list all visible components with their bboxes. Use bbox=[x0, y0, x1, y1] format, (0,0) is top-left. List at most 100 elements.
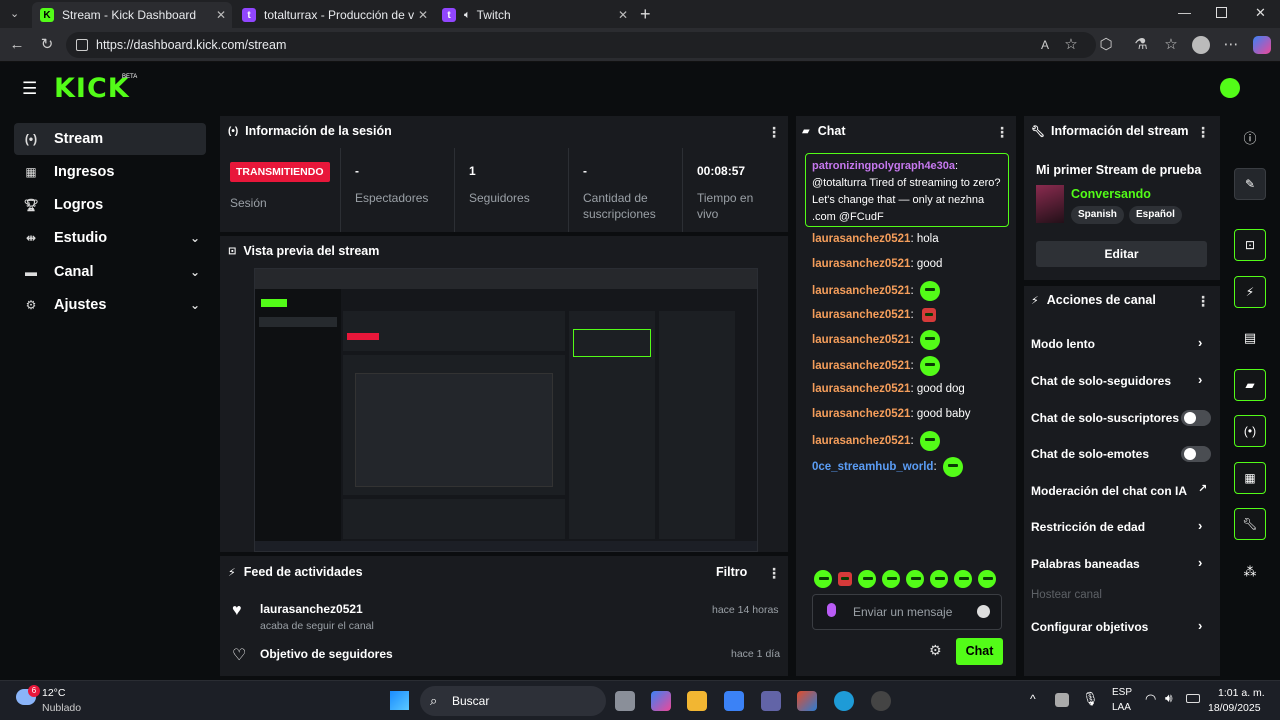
more-options-icon[interactable]: ⋮ bbox=[767, 565, 781, 582]
chat-username[interactable]: laurasanchez0521 bbox=[812, 309, 910, 321]
chat-username[interactable]: laurasanchez0521 bbox=[812, 383, 910, 395]
green-emote-icon[interactable] bbox=[954, 570, 972, 588]
battery-icon[interactable] bbox=[1186, 694, 1200, 703]
more-options-icon[interactable]: ⋮ bbox=[995, 124, 1009, 141]
slow-mode-action[interactable]: Modo lento bbox=[1031, 337, 1211, 351]
teams-icon[interactable] bbox=[761, 691, 781, 711]
chat-username[interactable]: laurasanchez0521 bbox=[812, 233, 910, 245]
green-emote-icon[interactable] bbox=[930, 570, 948, 588]
favorite-star-icon[interactable]: ☆ bbox=[1062, 36, 1080, 54]
chat-username[interactable]: laurasanchez0521 bbox=[812, 258, 910, 270]
chat-username[interactable]: laurasanchez0521 bbox=[812, 360, 910, 372]
sidebar-item-estudio[interactable]: ⇹ Estudio ⌄ bbox=[14, 222, 206, 254]
green-emote-icon[interactable] bbox=[942, 457, 963, 477]
tag-chip[interactable]: Español bbox=[1129, 206, 1182, 224]
clock-date[interactable]: 18/09/2025 bbox=[1208, 702, 1261, 714]
green-emote-icon[interactable] bbox=[906, 570, 924, 588]
info-icon[interactable]: ⓘ bbox=[1234, 125, 1266, 149]
red-emote-icon[interactable] bbox=[921, 308, 936, 322]
site-info-icon[interactable] bbox=[76, 39, 88, 51]
chat-settings-icon[interactable]: ⚙ bbox=[929, 642, 942, 659]
copilot-app-icon[interactable] bbox=[651, 691, 671, 711]
chevron-right-icon[interactable]: › bbox=[1198, 555, 1202, 570]
tab-twitch[interactable]: t 🔈︎ Twitch ✕ bbox=[434, 2, 634, 28]
maximize-icon[interactable] bbox=[1216, 7, 1227, 18]
kick-logo[interactable]: KICK BETA bbox=[54, 73, 137, 104]
file-explorer-icon[interactable] bbox=[687, 691, 707, 711]
green-emote-icon[interactable] bbox=[858, 570, 876, 588]
green-emote-icon[interactable] bbox=[814, 570, 832, 588]
pinned-message[interactable]: patronizingpolygraph4e30a: @totalturra T… bbox=[805, 153, 1009, 227]
preview-widget-icon[interactable]: ⊡ bbox=[1234, 229, 1266, 261]
green-emote-icon[interactable] bbox=[882, 570, 900, 588]
edge-icon[interactable] bbox=[834, 691, 854, 711]
edit-pencil-icon[interactable]: ✎ bbox=[1234, 168, 1266, 200]
sidebar-item-stream[interactable]: (•) Stream bbox=[14, 123, 206, 155]
category-link[interactable]: Conversando bbox=[1071, 187, 1151, 201]
reload-icon[interactable]: ↻ bbox=[38, 36, 56, 54]
minimize-icon[interactable]: — bbox=[1178, 5, 1191, 20]
age-restriction-action[interactable]: Restricción de edad bbox=[1031, 520, 1211, 534]
close-icon[interactable]: ✕ bbox=[618, 8, 628, 22]
filter-button[interactable]: Filtro bbox=[716, 565, 747, 579]
category-thumbnail[interactable] bbox=[1036, 185, 1064, 223]
store-icon[interactable] bbox=[724, 691, 744, 711]
stream-preview-video[interactable] bbox=[254, 268, 758, 552]
green-emote-icon[interactable] bbox=[978, 570, 996, 588]
configure-goals-action[interactable]: Configurar objetivos bbox=[1031, 620, 1211, 634]
more-options-icon[interactable]: ⋮ bbox=[1196, 293, 1210, 310]
task-view-icon[interactable] bbox=[615, 691, 635, 711]
tag-chip[interactable]: Spanish bbox=[1071, 206, 1124, 224]
wrench-widget-icon[interactable]: 🔧︎ bbox=[1234, 508, 1266, 540]
wifi-icon[interactable]: ◠ bbox=[1145, 691, 1156, 707]
sidebar-item-logros[interactable]: 🏆︎ Logros bbox=[14, 189, 206, 221]
notes-icon[interactable]: ▤ bbox=[1234, 326, 1266, 350]
external-link-icon[interactable]: ↗ bbox=[1198, 482, 1207, 495]
back-icon[interactable]: ← bbox=[8, 36, 26, 54]
chat-send-button[interactable]: Chat bbox=[956, 638, 1003, 665]
layout-widget-icon[interactable]: ▦ bbox=[1234, 462, 1266, 494]
broadcast-widget-icon[interactable]: (•) bbox=[1234, 415, 1266, 447]
favorites-icon[interactable]: ☆ bbox=[1162, 36, 1180, 54]
subscribers-only-toggle[interactable] bbox=[1181, 410, 1211, 426]
chat-username[interactable]: laurasanchez0521 bbox=[812, 285, 910, 297]
tray-chevron-icon[interactable]: ^ bbox=[1030, 692, 1036, 706]
red-emote-icon[interactable] bbox=[838, 572, 852, 586]
followers-only-chat-action[interactable]: Chat de solo-seguidores bbox=[1031, 374, 1211, 388]
chat-input[interactable]: Enviar un mensaje bbox=[812, 594, 1002, 630]
chat-widget-icon[interactable]: ▰ bbox=[1234, 369, 1266, 401]
windows-start-icon[interactable] bbox=[390, 691, 409, 710]
profile-avatar-icon[interactable] bbox=[1192, 36, 1210, 54]
more-options-icon[interactable]: ⋮ bbox=[1196, 124, 1210, 141]
ai-moderation-action[interactable]: Moderación del chat con IA bbox=[1031, 484, 1211, 498]
chevron-right-icon[interactable]: › bbox=[1198, 335, 1202, 350]
lightning-widget-icon[interactable]: ⚡︎ bbox=[1234, 276, 1266, 308]
chevron-right-icon[interactable]: › bbox=[1198, 618, 1202, 633]
split-screen-icon[interactable]: ⚗ bbox=[1132, 36, 1150, 54]
new-tab-icon[interactable]: + bbox=[640, 4, 651, 25]
clock-time[interactable]: 1:01 a. m. bbox=[1218, 687, 1265, 699]
edit-button[interactable]: Editar bbox=[1036, 241, 1207, 267]
chat-username[interactable]: laurasanchez0521 bbox=[812, 334, 910, 346]
language-code[interactable]: ESP bbox=[1112, 687, 1132, 698]
close-window-icon[interactable]: ✕ bbox=[1255, 5, 1266, 21]
chat-username[interactable]: 0ce_streamhub_world bbox=[812, 461, 933, 473]
more-options-icon[interactable]: ⋮ bbox=[767, 124, 781, 141]
extensions-icon[interactable]: ⬡ bbox=[1097, 36, 1115, 54]
chevron-right-icon[interactable]: › bbox=[1198, 372, 1202, 387]
tab-list-chevron-icon[interactable]: ⌄ bbox=[10, 7, 19, 20]
green-emote-icon[interactable] bbox=[919, 431, 940, 451]
obs-icon[interactable] bbox=[871, 691, 891, 711]
microphone-icon[interactable] bbox=[827, 603, 836, 617]
close-icon[interactable]: ✕ bbox=[216, 8, 226, 22]
more-options-icon[interactable]: ⋯ bbox=[1222, 36, 1240, 54]
chevron-right-icon[interactable]: › bbox=[1198, 518, 1202, 533]
green-emote-icon[interactable] bbox=[919, 281, 940, 301]
microphone-tray-icon[interactable]: 🎙︎ bbox=[1082, 691, 1099, 707]
tab-kick-dashboard[interactable]: K Stream - Kick Dashboard ✕ bbox=[32, 2, 232, 28]
sidebar-item-canal[interactable]: ▬ Canal ⌄ bbox=[14, 256, 206, 288]
banned-words-action[interactable]: Palabras baneadas bbox=[1031, 557, 1211, 571]
url-field[interactable]: https://dashboard.kick.com/stream bbox=[66, 32, 1096, 58]
taskbar-search[interactable]: ⌕ Buscar bbox=[420, 686, 606, 716]
language-region[interactable]: LAA bbox=[1112, 702, 1131, 713]
